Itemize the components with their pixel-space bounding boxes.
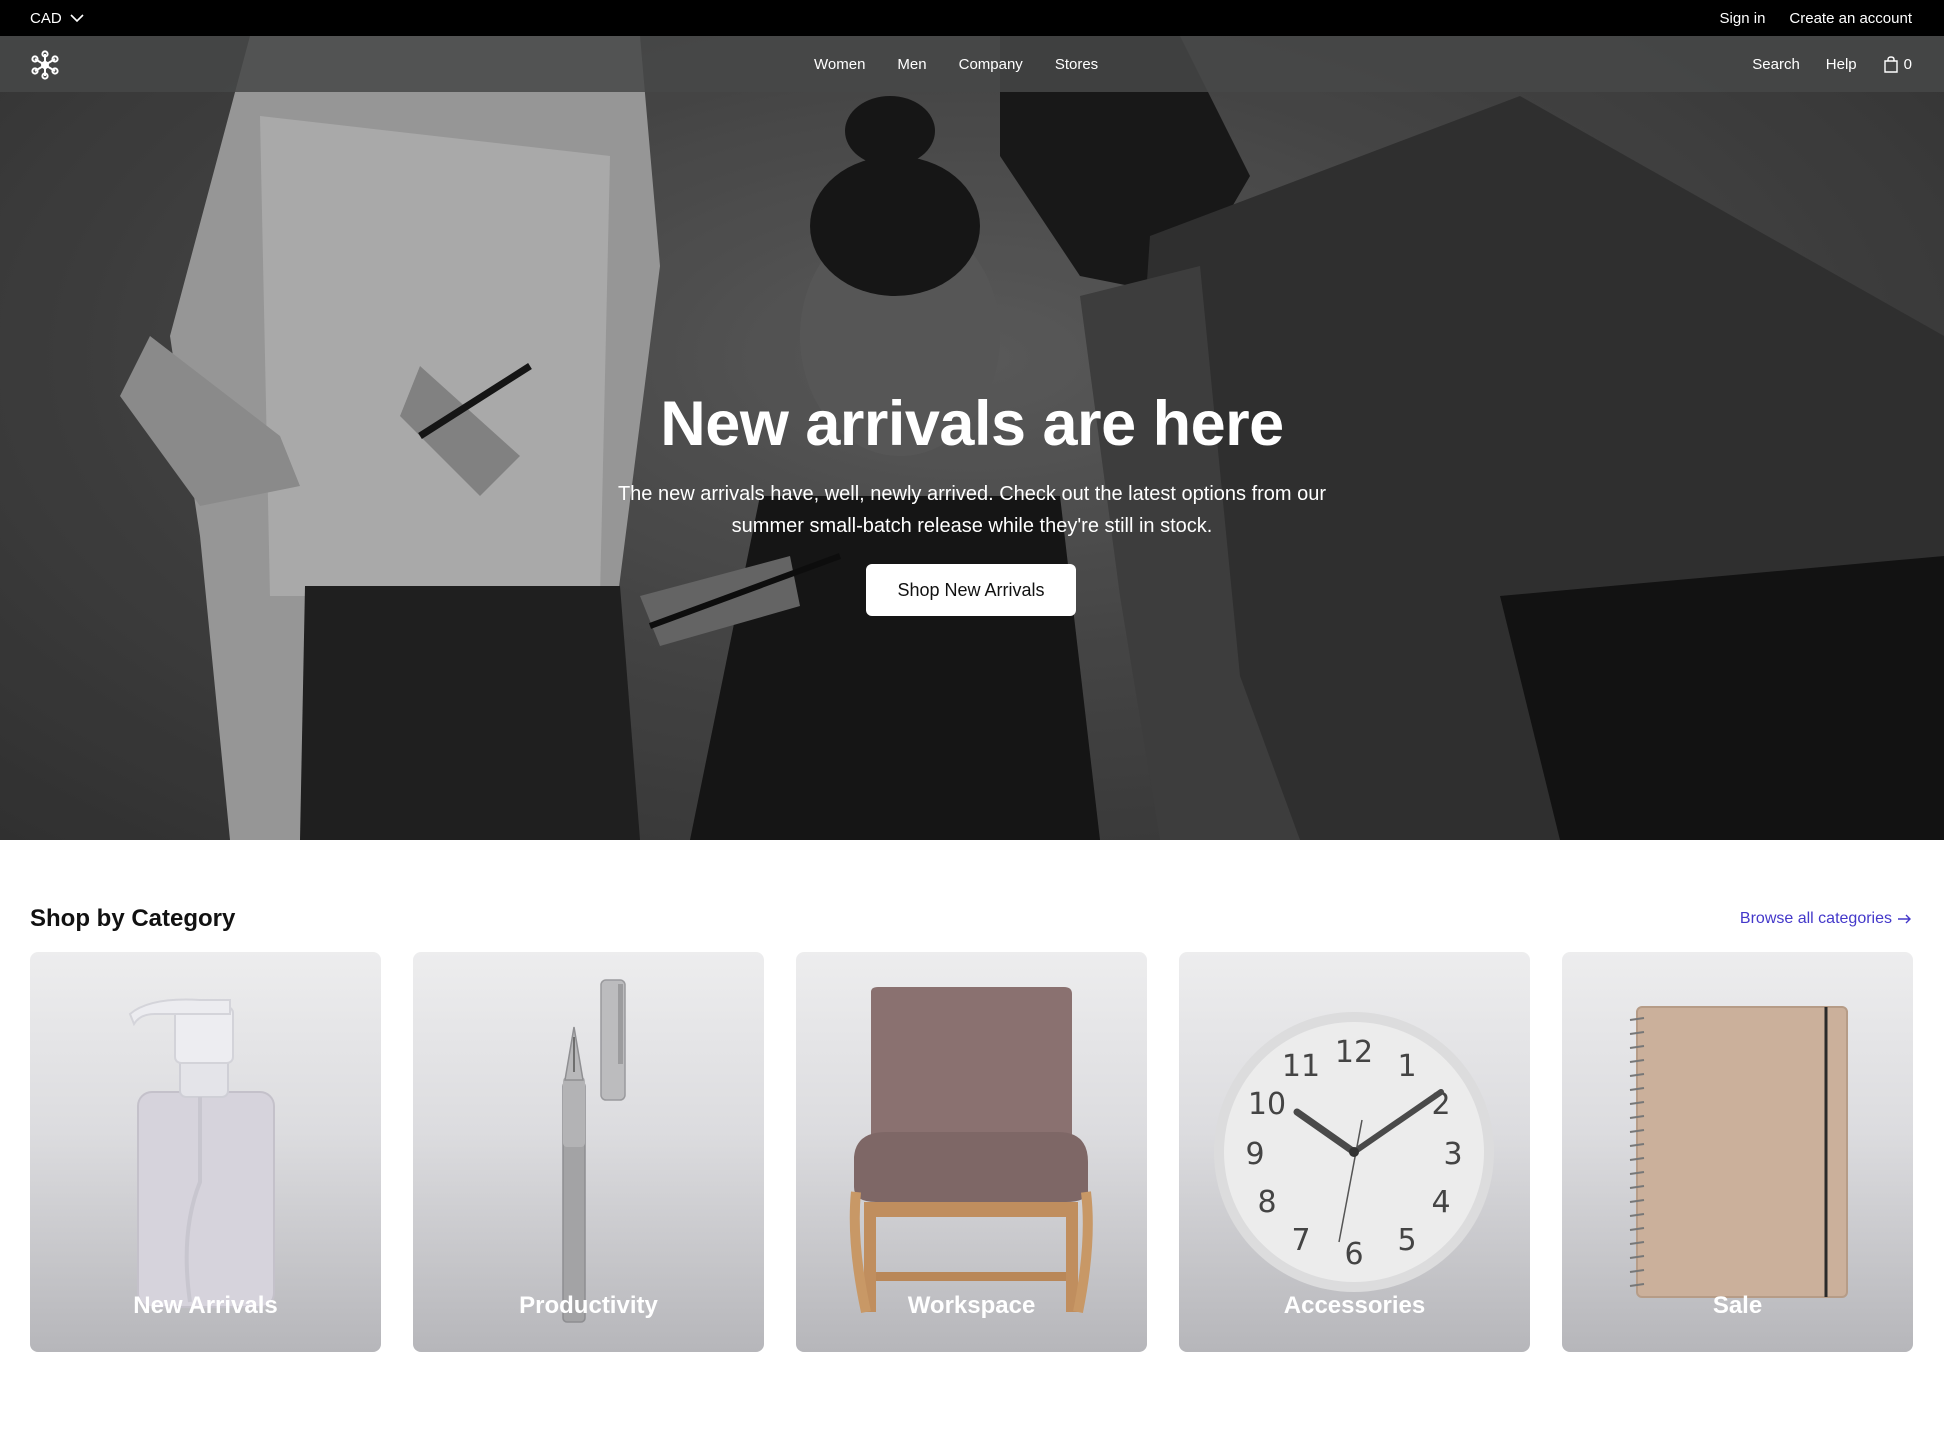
svg-text:12: 12	[1335, 1035, 1373, 1070]
top-bar: CAD Sign in Create an account	[0, 0, 1944, 36]
category-card-workspace[interactable]: Workspace	[796, 952, 1147, 1352]
nav-link-men[interactable]: Men	[897, 56, 926, 73]
svg-text:5: 5	[1397, 1223, 1416, 1258]
nav-link-company[interactable]: Company	[959, 56, 1023, 73]
hero-title: New arrivals are here	[660, 389, 1284, 459]
svg-text:3: 3	[1443, 1137, 1462, 1172]
create-account-link[interactable]: Create an account	[1789, 10, 1912, 27]
svg-text:11: 11	[1282, 1049, 1320, 1084]
hero-subtitle: The new arrivals have, well, newly arriv…	[617, 483, 1327, 537]
browse-all-categories-link[interactable]: Browse all categories	[1740, 910, 1912, 928]
category-card-new-arrivals[interactable]: New Arrivals	[30, 952, 381, 1352]
category-card-productivity[interactable]: Productivity	[413, 952, 764, 1352]
shop-new-arrivals-button[interactable]: Shop New Arrivals	[866, 564, 1076, 616]
browse-all-label: Browse all categories	[1739, 910, 1892, 927]
cart-count: 0	[1903, 55, 1912, 73]
category-card-sale[interactable]: Sale	[1562, 952, 1913, 1352]
svg-text:1: 1	[1397, 1049, 1416, 1084]
help-link[interactable]: Help	[1826, 56, 1857, 73]
cart-button[interactable]: 0	[1883, 56, 1912, 73]
currency-selector[interactable]: CAD	[30, 0, 84, 36]
category-label: Productivity	[519, 1292, 658, 1319]
brand-logo-icon[interactable]	[30, 50, 60, 80]
category-label: Sale	[1712, 1292, 1763, 1319]
svg-text:8: 8	[1257, 1185, 1276, 1220]
svg-text:6: 6	[1344, 1237, 1363, 1272]
main-nav: Women Men Company Stores Search Help 0	[0, 36, 1944, 92]
svg-text:4: 4	[1431, 1185, 1450, 1220]
shopping-bag-icon	[1883, 55, 1898, 73]
chevron-down-icon	[70, 13, 84, 22]
arrow-right-icon	[1898, 914, 1911, 924]
svg-text:10: 10	[1248, 1087, 1286, 1122]
nav-links: Women Men Company Stores	[814, 36, 1098, 92]
category-label: Workspace	[907, 1292, 1036, 1319]
category-section-title: Shop by Category	[30, 905, 236, 932]
svg-text:7: 7	[1291, 1223, 1310, 1258]
category-label: New Arrivals	[133, 1292, 278, 1319]
sign-in-link[interactable]: Sign in	[1720, 10, 1766, 27]
nav-link-women[interactable]: Women	[814, 56, 865, 73]
currency-label: CAD	[30, 9, 62, 27]
nav-link-stores[interactable]: Stores	[1055, 56, 1098, 73]
category-label: Accessories	[1283, 1292, 1426, 1319]
svg-text:9: 9	[1245, 1137, 1264, 1172]
search-link[interactable]: Search	[1752, 56, 1800, 73]
category-card-accessories[interactable]: 12 1 2 345 678 9 10 11 Accessories	[1179, 952, 1530, 1352]
